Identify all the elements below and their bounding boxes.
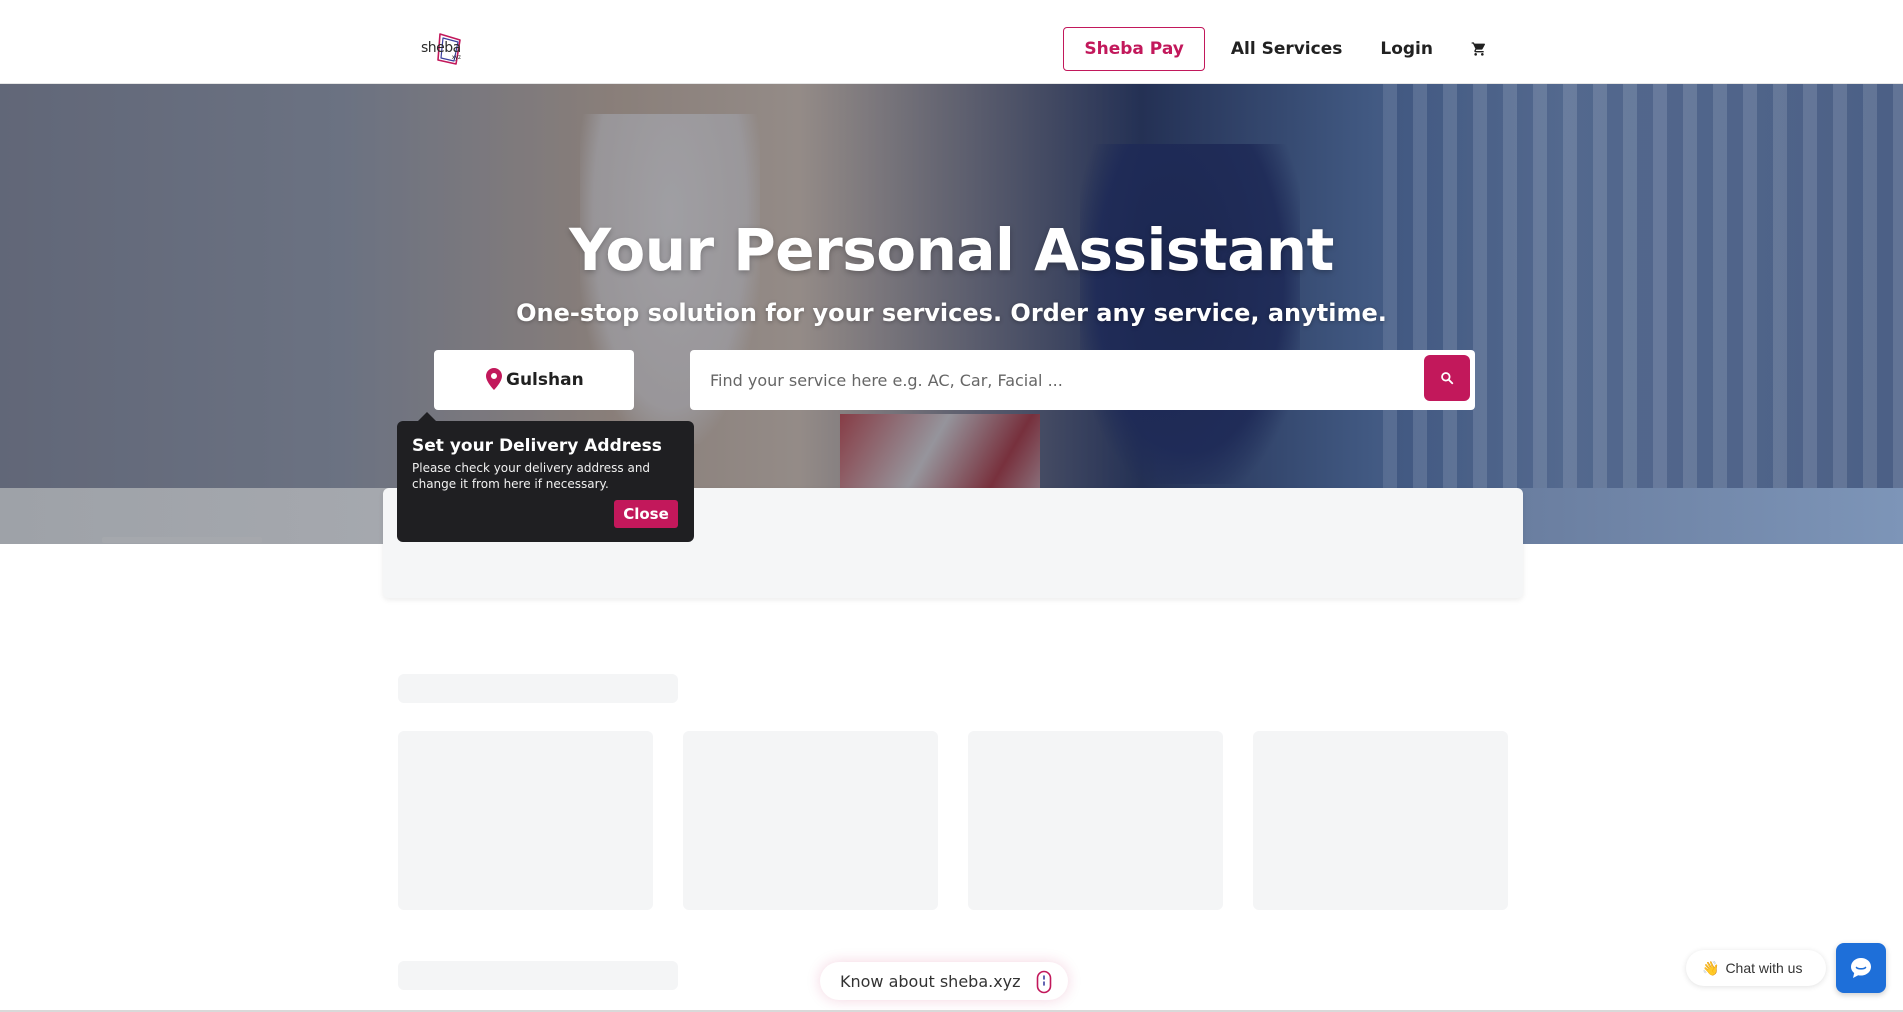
- all-services-link[interactable]: All Services: [1231, 39, 1343, 59]
- chat-with-us-button[interactable]: 👋 Chat with us: [1686, 950, 1826, 986]
- hero-title: Your Personal Assistant: [569, 216, 1334, 284]
- login-link[interactable]: Login: [1380, 39, 1433, 59]
- section-title-skeleton: [398, 961, 678, 990]
- scroll-mouse-icon: [1036, 970, 1052, 994]
- cart-icon[interactable]: [1471, 40, 1489, 58]
- hero-slider-indicator: [102, 537, 262, 543]
- site-header: sheba xyz Sheba Pay All Services Login: [0, 0, 1903, 84]
- know-about-label: Know about sheba.xyz: [840, 971, 1021, 991]
- search-button[interactable]: [1424, 355, 1470, 401]
- chat-bubble-icon: [1851, 958, 1871, 978]
- logo-subtext: xyz: [452, 55, 461, 61]
- tooltip-text: Please check your delivery address and c…: [412, 461, 651, 491]
- tooltip-title: Set your Delivery Address: [412, 436, 662, 456]
- service-card-skeleton: [683, 731, 938, 910]
- know-about-button[interactable]: Know about sheba.xyz: [820, 962, 1068, 1000]
- location-selector[interactable]: Gulshan: [434, 350, 634, 410]
- location-label: Gulshan: [506, 370, 584, 390]
- logo-text: sheba: [421, 40, 461, 56]
- tooltip-close-button[interactable]: Close: [614, 500, 678, 528]
- hero-subtitle: One-stop solution for your services. Ord…: [516, 299, 1387, 327]
- main-nav: Sheba Pay All Services Login: [1063, 27, 1489, 71]
- chat-bubble-button[interactable]: [1836, 943, 1886, 993]
- sheba-logo[interactable]: sheba xyz: [418, 28, 476, 70]
- delivery-address-tooltip: Set your Delivery Address Please check y…: [397, 412, 694, 542]
- waving-hand-icon: 👋: [1702, 959, 1720, 976]
- search-icon: [1441, 372, 1454, 385]
- location-pin-icon: [486, 368, 502, 390]
- service-card-skeleton: [398, 731, 653, 910]
- service-card-skeleton: [968, 731, 1223, 910]
- service-card-skeleton: [1253, 731, 1508, 910]
- service-search: [690, 350, 1475, 410]
- search-input[interactable]: [710, 350, 1390, 410]
- chat-label: Chat with us: [1725, 960, 1803, 976]
- section-title-skeleton: [398, 674, 678, 703]
- sheba-pay-button[interactable]: Sheba Pay: [1063, 27, 1205, 71]
